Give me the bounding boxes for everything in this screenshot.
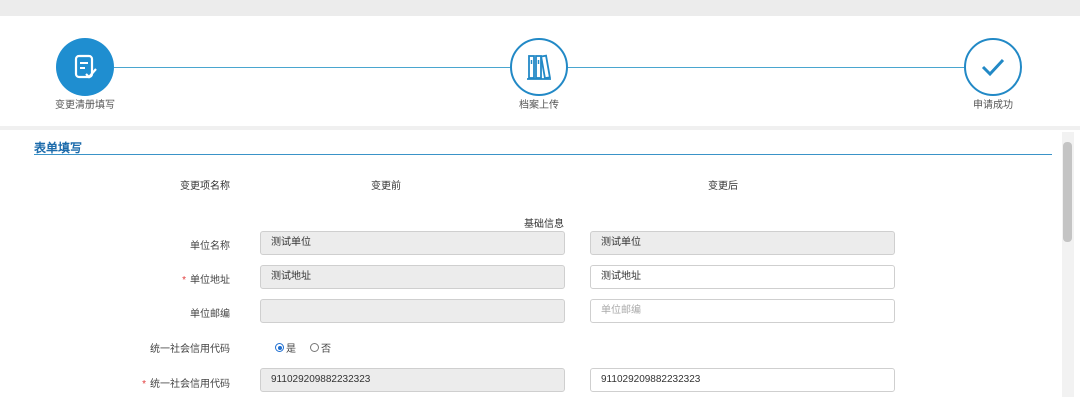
row-label-credit-code: * 统一社会信用代码 [30, 375, 230, 390]
row-label-text: 单位邮编 [190, 309, 230, 320]
step-3-label: 申请成功 [973, 100, 1013, 111]
group-label-basic-info: 基础信息 [524, 219, 564, 230]
unit-address-after-input[interactable]: 测试地址 [590, 265, 895, 289]
required-mark: * [142, 379, 146, 390]
column-header-after: 变更后 [708, 181, 738, 192]
section-underline [34, 154, 1052, 155]
row-label-text: 统一社会信用代码 [150, 379, 230, 390]
form-edit-icon [74, 54, 97, 79]
credit-code-before-field: 911029209882232323 [260, 368, 565, 392]
unit-name-before-field: 测试单位 [260, 231, 565, 255]
credit-code-after-input[interactable]: 911029209882232323 [590, 368, 895, 392]
postcode-after-input[interactable]: 单位邮编 [590, 299, 895, 323]
column-header-name: 变更项名称 [180, 181, 230, 192]
required-mark: * [182, 275, 186, 286]
checkmark-icon [981, 58, 1005, 77]
radio-no-label: 否 [321, 344, 331, 355]
scrollbar-thumb[interactable] [1063, 142, 1072, 242]
row-label-credit-code-toggle: 统一社会信用代码 [30, 340, 230, 355]
radio-yes-label: 是 [286, 344, 296, 355]
unit-name-after-field: 测试单位 [590, 231, 895, 255]
row-label-text: 单位地址 [190, 275, 230, 286]
step-connector-2 [568, 67, 964, 68]
radio-option-yes[interactable]: 是 [275, 340, 296, 355]
section-divider [0, 126, 1080, 130]
radio-no-button[interactable] [310, 343, 319, 352]
top-strip [0, 0, 1080, 16]
unit-address-before-field: 测试地址 [260, 265, 565, 289]
progress-stepper: 变更清册填写 档案上传 申请成功 [0, 16, 1080, 126]
radio-option-no[interactable]: 否 [310, 340, 331, 355]
step-2-circle [510, 38, 568, 96]
step-3-circle [964, 38, 1022, 96]
row-label-unit-name: 单位名称 [30, 237, 230, 252]
archive-binders-icon [527, 54, 551, 80]
row-label-unit-address: * 单位地址 [30, 271, 230, 286]
step-connector-1 [114, 67, 510, 68]
row-label-text: 统一社会信用代码 [150, 344, 230, 355]
credit-code-radio-group: 是 否 [275, 340, 345, 355]
step-1-label: 变更清册填写 [55, 100, 115, 111]
postcode-before-field [260, 299, 565, 323]
step-1-circle [56, 38, 114, 96]
row-label-text: 单位名称 [190, 241, 230, 252]
column-header-before: 变更前 [371, 181, 401, 192]
step-2-label: 档案上传 [519, 100, 559, 111]
row-label-postcode: 单位邮编 [30, 305, 230, 320]
radio-yes-button[interactable] [275, 343, 284, 352]
